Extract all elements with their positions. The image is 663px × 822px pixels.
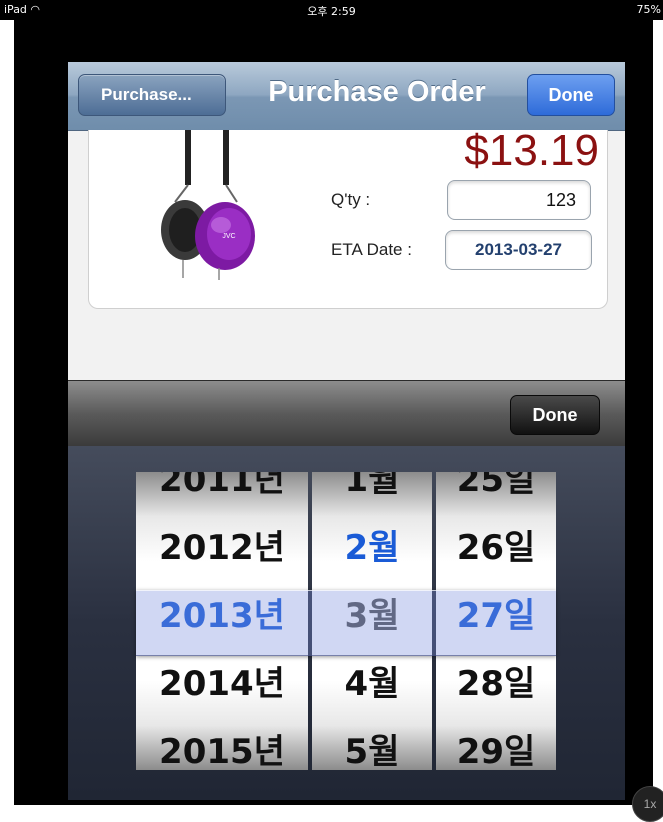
clock: 오후 2:59 [307, 5, 356, 18]
page-title: Purchase Order [268, 76, 486, 108]
picker-row[interactable]: 1월 [312, 472, 432, 514]
eta-date-label: ETA Date : [331, 240, 412, 259]
done-button[interactable]: Done [527, 74, 615, 116]
picker-row[interactable]: 26일 [436, 514, 556, 582]
picker-row[interactable]: 28일 [436, 650, 556, 718]
picker-row[interactable]: 2011년 [136, 472, 308, 514]
picker-row[interactable]: 4월 [312, 650, 432, 718]
back-button-label: Purchase... [101, 85, 192, 104]
eta-date-field[interactable]: 2013-03-27 [445, 230, 592, 270]
back-button[interactable]: Purchase... [78, 74, 226, 116]
purchase-order-sheet: Purchase... Purchase Order Done JVC $13.… [68, 62, 625, 800]
picker-row[interactable]: 25일 [436, 472, 556, 514]
picker-row[interactable]: 2014년 [136, 650, 308, 718]
picker-row[interactable]: 5월 [312, 718, 432, 770]
navigation-bar: Purchase... Purchase Order Done [68, 62, 625, 131]
picker-done-button[interactable]: Done [510, 395, 600, 435]
qty-field[interactable]: 123 [447, 180, 591, 220]
zoom-button[interactable]: 1x [632, 786, 663, 822]
picker-row[interactable]: 2월 [312, 514, 432, 582]
picker-row[interactable]: 2015년 [136, 718, 308, 770]
product-card: JVC $13.19 Q'ty : 123 ETA Date : 2013-03… [88, 126, 608, 309]
battery-level: 75% [636, 3, 661, 16]
brand-logo: JVC [222, 233, 235, 240]
status-bar: iPad ◠ 오후 2:59 75% [0, 0, 663, 20]
picker-row[interactable]: 2012년 [136, 514, 308, 582]
price-label: $13.19 [464, 126, 599, 175]
picker-toolbar: Done [68, 380, 625, 447]
picker-row[interactable]: 29일 [436, 718, 556, 770]
picker-selection-bar [136, 590, 556, 656]
qty-label: Q'ty : [331, 190, 371, 209]
headphones-image: JVC [161, 130, 255, 280]
date-picker[interactable]: 2011년 2012년 2013년 2014년 2015년 1월 2월 3월 4… [68, 446, 625, 800]
